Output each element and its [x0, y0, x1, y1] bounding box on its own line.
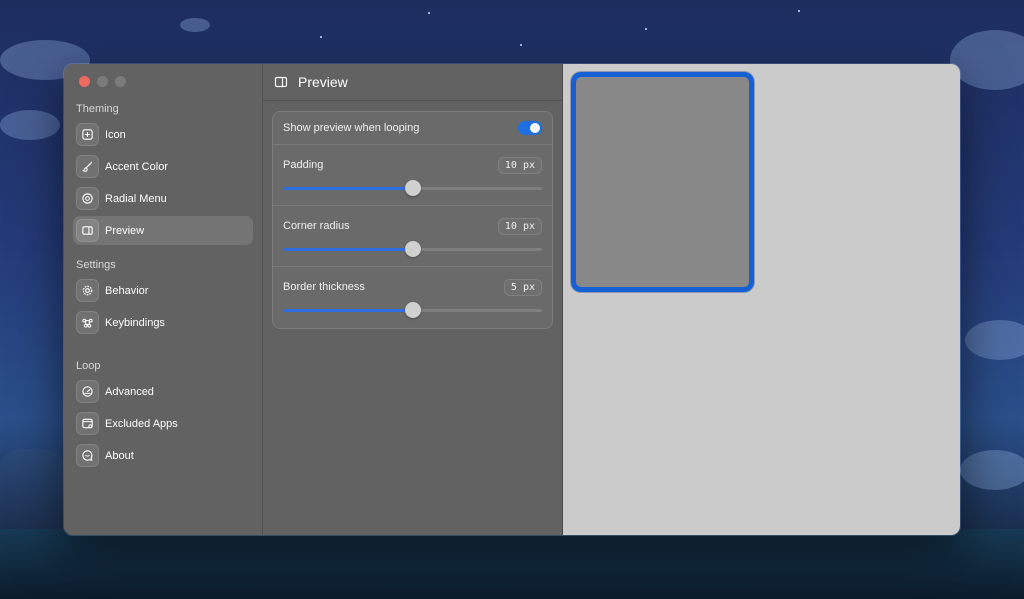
show-preview-label: Show preview when looping: [283, 122, 420, 134]
sidebar-item-about[interactable]: About: [73, 441, 253, 470]
slider-knob[interactable]: [404, 302, 421, 318]
window-preview-box: [571, 72, 754, 292]
preview-settings-group: Show preview when looping Padding 10 px …: [272, 111, 553, 329]
slider-fill: [283, 309, 413, 312]
sidebar-item-label: Behavior: [105, 284, 149, 297]
plus-square-icon: [76, 123, 99, 146]
slider-knob[interactable]: [404, 180, 421, 196]
slider-knob[interactable]: [404, 241, 421, 257]
section-settings-label: Settings: [76, 259, 116, 271]
close-button[interactable]: [79, 76, 90, 87]
sidebar-item-label: Excluded Apps: [105, 417, 178, 430]
sidebar-item-label: Radial Menu: [105, 192, 167, 205]
padding-slider[interactable]: [283, 179, 542, 197]
preview-pane: [563, 64, 960, 535]
sidebar-item-label: Icon: [105, 128, 126, 141]
slider-fill: [283, 248, 413, 251]
sidebar: Theming Icon Accent Color Radial Menu Pr…: [64, 64, 263, 535]
sidebar-item-advanced[interactable]: Advanced: [73, 377, 253, 406]
window-controls: [79, 76, 253, 88]
zoom-button[interactable]: [115, 76, 126, 87]
sidebar-preview-icon: [76, 219, 99, 242]
sidebar-item-label: Preview: [105, 224, 145, 237]
corner-radius-slider[interactable]: [283, 240, 542, 258]
border-thickness-label: Border thickness: [283, 281, 365, 293]
radial-circle-icon: [76, 187, 99, 210]
padding-value[interactable]: 10 px: [497, 156, 542, 174]
slider-fill: [283, 187, 413, 190]
app-window: Theming Icon Accent Color Radial Menu Pr…: [63, 63, 961, 536]
padding-label: Padding: [283, 159, 324, 171]
sidebar-item-icon[interactable]: Icon: [73, 120, 253, 149]
section-theming-label: Theming: [76, 103, 119, 115]
border-thickness-row: Border thickness 5 px: [273, 267, 552, 328]
paintbrush-icon: [76, 155, 99, 178]
sidebar-item-radial-menu[interactable]: Radial Menu: [73, 184, 253, 213]
sidebar-item-label: About: [105, 449, 134, 462]
app-window-icon: [76, 412, 99, 435]
sidebar-item-excluded-apps[interactable]: Excluded Apps: [73, 409, 253, 438]
message-bubble-icon: [76, 444, 99, 467]
show-preview-toggle[interactable]: [518, 121, 542, 135]
sidebar-item-preview[interactable]: Preview: [73, 216, 253, 245]
corner-radius-label: Corner radius: [283, 220, 350, 232]
sidebar-item-label: Keybindings: [105, 316, 165, 329]
gauge-icon: [76, 380, 99, 403]
command-key-icon: [76, 311, 99, 334]
sidebar-item-keybindings[interactable]: Keybindings: [73, 308, 253, 337]
sidebar-item-accent-color[interactable]: Accent Color: [73, 152, 253, 181]
border-thickness-slider[interactable]: [283, 301, 542, 319]
sidebar-item-label: Accent Color: [105, 160, 168, 173]
minimize-button[interactable]: [97, 76, 108, 87]
show-preview-row: Show preview when looping: [273, 112, 552, 145]
section-loop-label: Loop: [76, 360, 101, 372]
corner-radius-value[interactable]: 10 px: [497, 217, 542, 235]
page-title: Preview: [298, 74, 348, 90]
border-thickness-value[interactable]: 5 px: [503, 278, 542, 296]
settings-panel: Preview Show preview when looping Paddin…: [263, 64, 563, 535]
sidebar-preview-icon: [274, 76, 288, 88]
gear-icon: [76, 279, 99, 302]
toolbar: Preview: [263, 64, 562, 101]
sidebar-item-label: Advanced: [105, 385, 154, 398]
sidebar-item-behavior[interactable]: Behavior: [73, 276, 253, 305]
corner-radius-row: Corner radius 10 px: [273, 206, 552, 267]
padding-row: Padding 10 px: [273, 145, 552, 206]
